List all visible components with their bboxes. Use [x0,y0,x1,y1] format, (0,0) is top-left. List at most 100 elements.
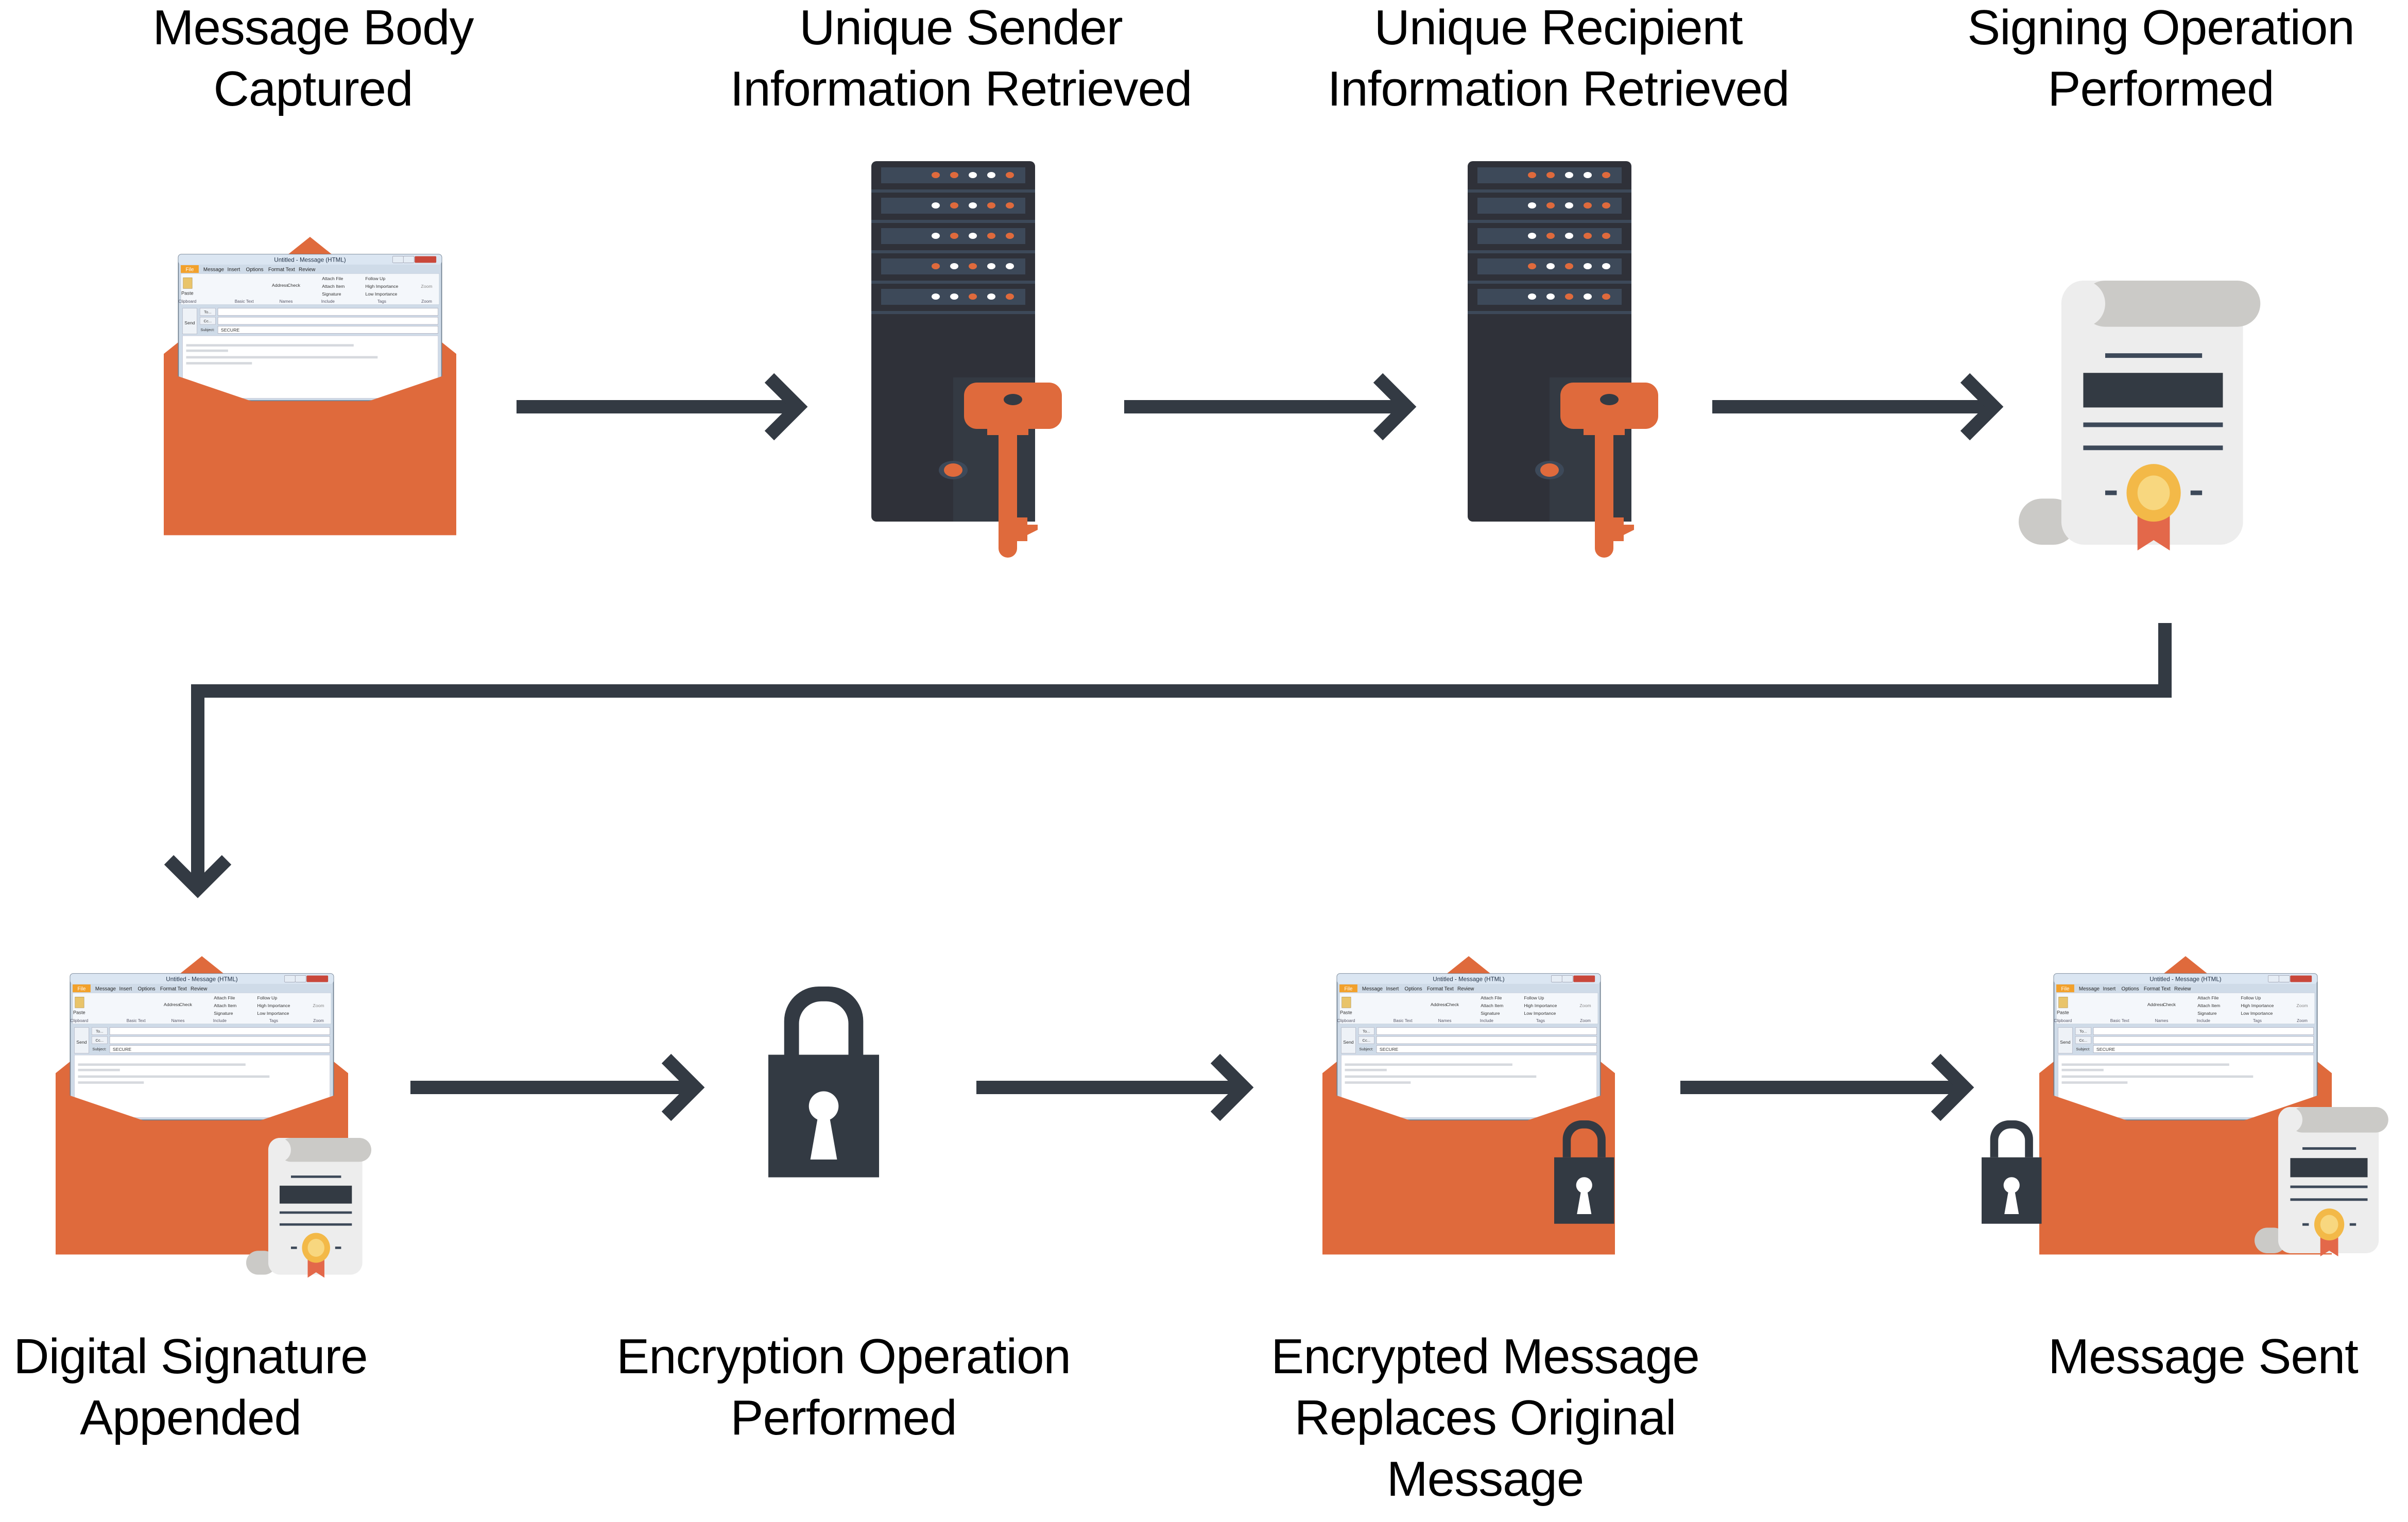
certificate-line [2290,1185,2368,1188]
ribbon-tab: File [186,267,194,273]
server-led [1528,233,1536,239]
server-led [987,263,995,269]
server-divider [871,311,1035,314]
server-led [950,263,958,269]
ribbon-group-label: Basic Text [1394,1018,1413,1023]
server-led [950,202,958,209]
scroll-curl [2061,281,2105,327]
ribbon-tab: Message [1362,987,1383,992]
power-button-icon [1540,463,1559,477]
server-led [950,233,958,239]
certificate-dash [291,1247,297,1249]
address-book-button: Address [1431,1002,1448,1007]
server-led [1565,263,1573,269]
certificate-dash [2105,490,2117,495]
ribbon-group-label: Names [280,299,293,304]
blurred-text-line [2061,1075,2254,1078]
seal-inner [307,1239,324,1257]
send-label: Send [76,1040,87,1045]
key-hole [1600,394,1619,405]
seal-inner [2320,1215,2338,1234]
ribbon-group-label: Zoom [421,299,432,304]
ribbon-group-label: Basic Text [2110,1018,2130,1023]
server-led [1584,263,1592,269]
certificate-line [2290,1198,2368,1201]
server-led [1528,202,1536,209]
address-book-button: Address [2147,1002,2164,1007]
ribbon-tab: Options [138,987,156,992]
blurred-text-line [78,1081,144,1084]
ribbon-group-label: Include [2197,1018,2211,1023]
subject-label: Subject: [92,1047,106,1051]
key-hole [1004,394,1022,405]
close-button [2290,975,2312,982]
server-led [1584,293,1592,300]
keyhole-top [809,1091,839,1121]
certificate-title-block [279,1185,352,1204]
maximize-button [295,975,306,982]
to-label: To... [2079,1029,2087,1034]
server-led [1528,263,1536,269]
subject-field [109,1045,330,1053]
attach-file-button: Attach File [2197,995,2218,1000]
paste-icon [183,278,193,289]
window-title: Untitled - Message (HTML) [2149,976,2221,983]
server-led [1006,172,1014,178]
server-led [932,293,940,300]
ribbon-tab: Format Text [1427,987,1454,992]
ribbon-group-label: Include [1480,1018,1494,1023]
to-label: To... [96,1029,103,1034]
server-led [932,263,940,269]
cc-label: Cc... [2079,1038,2088,1043]
cc-field [2093,1036,2314,1044]
ribbon-group-label: Names [1438,1018,1452,1023]
close-button [415,256,437,263]
server-key-icon-sender [871,161,1062,558]
server-led [969,202,977,209]
server-divider [1468,281,1631,284]
high-importance-button: High Importance [365,284,398,289]
high-importance-button: High Importance [257,1003,290,1008]
blurred-text-line [1345,1068,1387,1071]
padlock-icon [768,987,880,1178]
server-led [932,202,940,209]
server-divider [871,189,1035,193]
zoom-button: Zoom [2296,1003,2308,1008]
paste-icon [2058,997,2068,1008]
icons-layer: Untitled - Message (HTML) File Message Inse… [56,161,2388,1278]
check-names-button: Check [2163,1002,2176,1007]
address-book-button: Address [164,1002,181,1007]
attach-file-button: Attach File [1481,995,1502,1000]
signature-button: Signature [214,1011,233,1016]
server-led [987,172,995,178]
server-divider [871,250,1035,253]
maximize-button [2278,975,2290,982]
cc-field [217,317,438,325]
ribbon-group-label: Tags [269,1018,278,1023]
scroll-roll-top [279,1138,372,1162]
ribbon-group-label: Clipboard [178,299,196,304]
low-importance-button: Low Importance [1524,1011,1556,1016]
to-field [2093,1027,2314,1035]
subject-value: SECURE [2096,1047,2115,1052]
ribbon-group-label: Names [171,1018,185,1023]
follow-up-button: Follow Up [365,276,385,281]
server-led [1602,202,1610,209]
server-led [1546,263,1555,269]
padlock-icon-small [1982,1120,2042,1224]
minimize-button [2268,975,2279,982]
to-field [1376,1027,1597,1035]
certificate-title-block [2083,373,2223,408]
server-divider [871,281,1035,284]
ribbon [180,273,440,305]
certificate-dash [2190,490,2203,495]
close-button [306,975,329,982]
ribbon-tab: Review [1457,987,1474,992]
zoom-button: Zoom [1579,1003,1591,1008]
ribbon-tab: Insert [1386,987,1399,992]
power-button-icon [944,463,962,477]
email-window: Untitled - Message (HTML) File Message Inse… [178,254,442,401]
scroll-curl [2278,1107,2302,1133]
blurred-text-line [78,1068,120,1071]
blurred-text-line [186,362,252,365]
